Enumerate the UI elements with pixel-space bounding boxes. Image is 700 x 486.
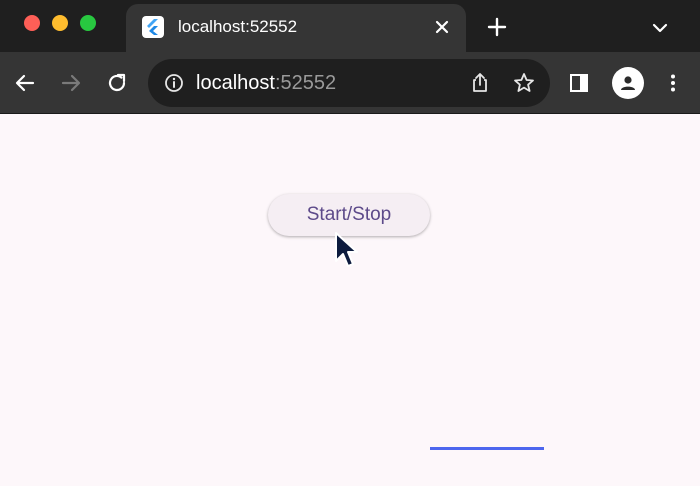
mouse-cursor-icon	[334, 231, 360, 269]
browser-tabstrip: localhost:52552	[0, 0, 700, 52]
window-close-button[interactable]	[24, 15, 40, 31]
arrow-right-icon[interactable]	[58, 70, 84, 96]
tab-title: localhost:52552	[178, 17, 298, 36]
window-maximize-button[interactable]	[80, 15, 96, 31]
chevron-down-icon[interactable]	[650, 18, 670, 38]
side-panel-icon[interactable]	[566, 70, 592, 96]
close-icon[interactable]	[432, 17, 452, 37]
url-host: localhost	[196, 72, 275, 94]
browser-toolbar: localhost:52552	[0, 52, 700, 114]
star-icon[interactable]	[512, 71, 536, 95]
page-content: Start/Stop	[0, 114, 700, 486]
url-port: :52552	[274, 72, 337, 94]
share-icon[interactable]	[468, 71, 492, 95]
progress-indicator-line	[430, 447, 544, 450]
start-stop-button[interactable]: Start/Stop	[268, 194, 430, 236]
url-text: localhost:52552	[196, 72, 336, 95]
reload-icon[interactable]	[104, 70, 130, 96]
browser-tab[interactable]: localhost:52552	[126, 4, 466, 52]
info-icon[interactable]	[164, 73, 184, 93]
window-minimize-button[interactable]	[52, 15, 68, 31]
flutter-favicon-icon	[142, 16, 164, 38]
profile-icon[interactable]	[612, 67, 644, 99]
address-bar[interactable]: localhost:52552	[148, 59, 550, 107]
plus-icon[interactable]	[486, 16, 508, 38]
arrow-left-icon[interactable]	[12, 70, 38, 96]
kebab-menu-icon[interactable]	[660, 70, 686, 96]
